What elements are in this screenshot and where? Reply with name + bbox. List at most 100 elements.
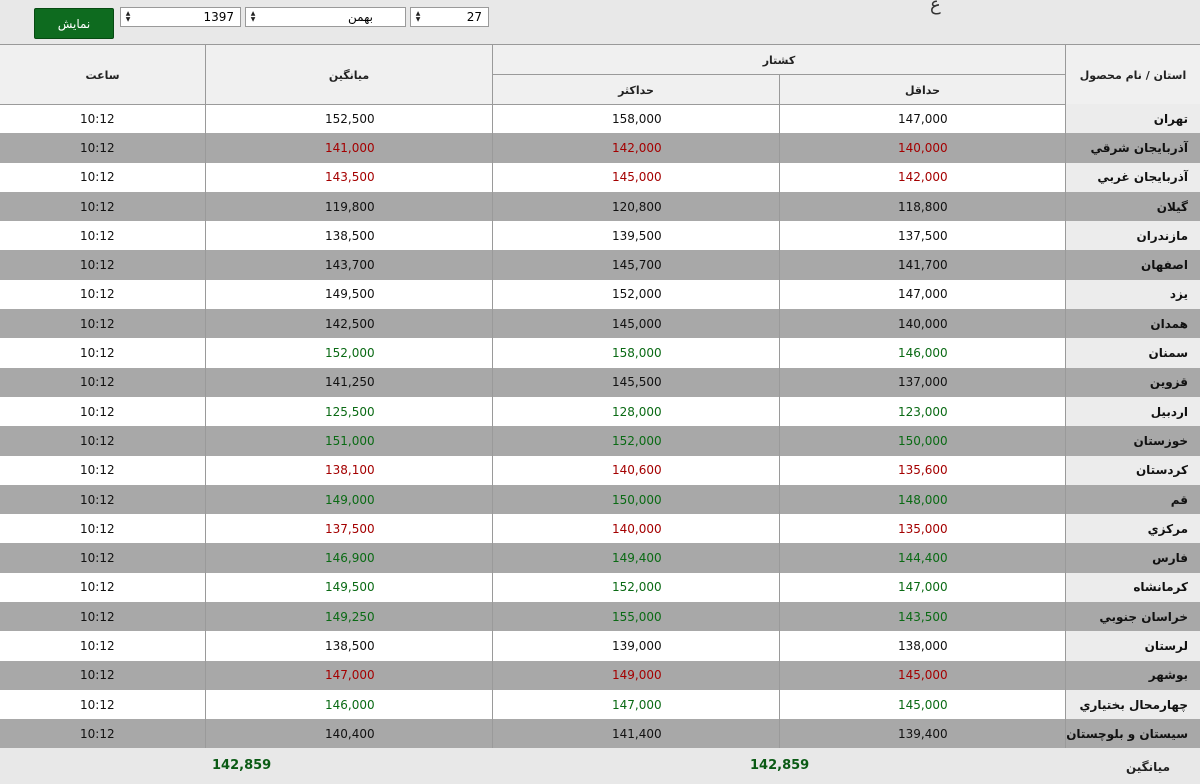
- min-cell: 145,000: [898, 668, 948, 683]
- min-cell: 148,000: [898, 492, 948, 507]
- table-row: 10:12 137,500 140,000 135,000 مرکزي: [0, 514, 1200, 544]
- spinner-icon: ▲ ▼: [125, 10, 131, 23]
- min-cell: 123,000: [898, 404, 948, 419]
- province-cell: سمنان: [1066, 338, 1200, 368]
- min-cell: 147,000: [898, 111, 948, 126]
- max-cell: 149,000: [612, 668, 662, 683]
- footer-avg-overall: 142,859: [212, 758, 272, 773]
- max-cell: 145,700: [612, 258, 662, 273]
- max-cell: 155,000: [612, 609, 662, 624]
- min-cell: 150,000: [898, 433, 948, 448]
- time-cell: 10:12: [80, 287, 115, 302]
- time-cell: 10:12: [80, 111, 115, 126]
- time-cell: 10:12: [80, 697, 115, 712]
- province-cell: قم: [1066, 484, 1200, 515]
- avg-cell: 149,500: [325, 580, 375, 595]
- toolbar: نمایش ▲ ▼ 1397 ▲ ▼ بهمن ▲ ▼ 27 ع: [0, 0, 1200, 44]
- max-cell: 145,000: [612, 170, 662, 185]
- table-body: 10:12 152,500 158,000 147,000 تهران 10:12 141,…: [0, 104, 1200, 749]
- table-row: 10:12 141,250 145,500 137,000 قزوین: [0, 367, 1200, 397]
- table-row: 10:12 138,500 139,000 138,000 لرستان: [0, 631, 1200, 661]
- time-cell: 10:12: [80, 228, 115, 243]
- time-cell: 10:12: [80, 140, 115, 155]
- max-cell: 141,400: [612, 726, 662, 741]
- table-footer: 142,859 142,859 میانگین: [0, 748, 1200, 784]
- province-cell: قزوین: [1066, 367, 1200, 397]
- table-row: 10:12 142,500 145,000 140,000 همدان: [0, 309, 1200, 339]
- province-cell: آذربایجان شرقي: [1066, 133, 1200, 163]
- show-button[interactable]: نمایش: [34, 8, 114, 39]
- time-cell: 10:12: [80, 258, 115, 273]
- max-cell: 152,000: [612, 287, 662, 302]
- time-cell: 10:12: [80, 316, 115, 331]
- avg-cell: 147,000: [325, 668, 375, 683]
- max-cell: 152,000: [612, 433, 662, 448]
- max-cell: 158,000: [612, 346, 662, 361]
- province-cell: همدان: [1066, 309, 1200, 339]
- month-value: بهمن: [348, 10, 373, 24]
- min-cell: 143,500: [898, 609, 948, 624]
- min-cell: 139,400: [898, 726, 948, 741]
- avg-cell: 149,500: [325, 287, 375, 302]
- header-province: استان / نام محصول: [1079, 68, 1187, 82]
- min-cell: 135,600: [898, 463, 948, 478]
- month-select[interactable]: ▲ ▼ بهمن: [245, 7, 406, 27]
- avg-cell: 146,900: [325, 551, 375, 566]
- avg-cell: 119,800: [325, 199, 375, 214]
- table-row: 10:12 149,250 155,000 143,500 خراسان جنوبي: [0, 602, 1200, 632]
- table-row: 10:12 119,800 120,800 118,800 گیلان: [0, 191, 1200, 222]
- max-cell: 149,400: [612, 551, 662, 566]
- avg-cell: 137,500: [325, 521, 375, 536]
- min-cell: 138,000: [898, 638, 948, 653]
- max-cell: 145,500: [612, 375, 662, 390]
- province-cell: مازندران: [1066, 221, 1200, 251]
- time-cell: 10:12: [80, 668, 115, 683]
- avg-cell: 151,000: [325, 433, 375, 448]
- table-row: 10:12 125,500 128,000 123,000 اردبیل: [0, 396, 1200, 427]
- avg-cell: 152,000: [325, 346, 375, 361]
- min-cell: 118,800: [898, 199, 948, 214]
- day-select[interactable]: ▲ ▼ 27: [410, 7, 489, 27]
- province-cell: تهران: [1066, 104, 1200, 134]
- avg-cell: 146,000: [325, 697, 375, 712]
- year-select[interactable]: ▲ ▼ 1397: [120, 7, 241, 27]
- min-cell: 135,000: [898, 521, 948, 536]
- min-cell: 145,000: [898, 697, 948, 712]
- table-row: 10:12 147,000 149,000 145,000 بوشهر: [0, 660, 1200, 690]
- header-time: ساعت: [85, 68, 120, 82]
- min-cell: 147,000: [898, 580, 948, 595]
- avg-cell: 138,500: [325, 638, 375, 653]
- header-group-kashtar: کشتار: [762, 53, 796, 67]
- avg-cell: 138,100: [325, 463, 375, 478]
- province-cell: چهارمحال بختیاري: [1066, 689, 1200, 720]
- min-cell: 147,000: [898, 287, 948, 302]
- max-cell: 120,800: [612, 199, 662, 214]
- table-row: 10:12 149,500 152,000 147,000 یزد: [0, 279, 1200, 310]
- province-cell: بوشهر: [1066, 660, 1200, 690]
- province-cell: اصفهان: [1066, 250, 1200, 280]
- table-row: 10:12 138,500 139,500 137,500 مازندران: [0, 221, 1200, 251]
- avg-cell: 141,000: [325, 140, 375, 155]
- table-row: 10:12 143,700 145,700 141,700 اصفهان: [0, 250, 1200, 280]
- table-row: 10:12 143,500 145,000 142,000 آذربایجان غربي: [0, 162, 1200, 192]
- table-row: 10:12 138,100 140,600 135,600 کردستان: [0, 455, 1200, 485]
- province-cell: کرمانشاه: [1066, 572, 1200, 603]
- table-row: 10:12 140,400 141,400 139,400 سیستان و بلوچس…: [0, 719, 1200, 749]
- time-cell: 10:12: [80, 463, 115, 478]
- header-min: حداقل: [904, 83, 941, 97]
- max-cell: 139,500: [612, 228, 662, 243]
- table-header: ساعت میانگین کشتار حداکثر حداقل استان / …: [0, 44, 1200, 105]
- min-cell: 137,000: [898, 375, 948, 390]
- max-cell: 152,000: [612, 580, 662, 595]
- avg-cell: 152,500: [325, 111, 375, 126]
- column-divider: [779, 74, 780, 748]
- page-title-fragment: ع: [930, 0, 941, 15]
- column-divider: [492, 44, 493, 784]
- max-cell: 158,000: [612, 111, 662, 126]
- spinner-icon: ▲ ▼: [250, 10, 256, 23]
- avg-cell: 138,500: [325, 228, 375, 243]
- province-cell: لرستان: [1066, 631, 1200, 661]
- province-cell: مرکزي: [1066, 514, 1200, 544]
- time-cell: 10:12: [80, 638, 115, 653]
- time-cell: 10:12: [80, 170, 115, 185]
